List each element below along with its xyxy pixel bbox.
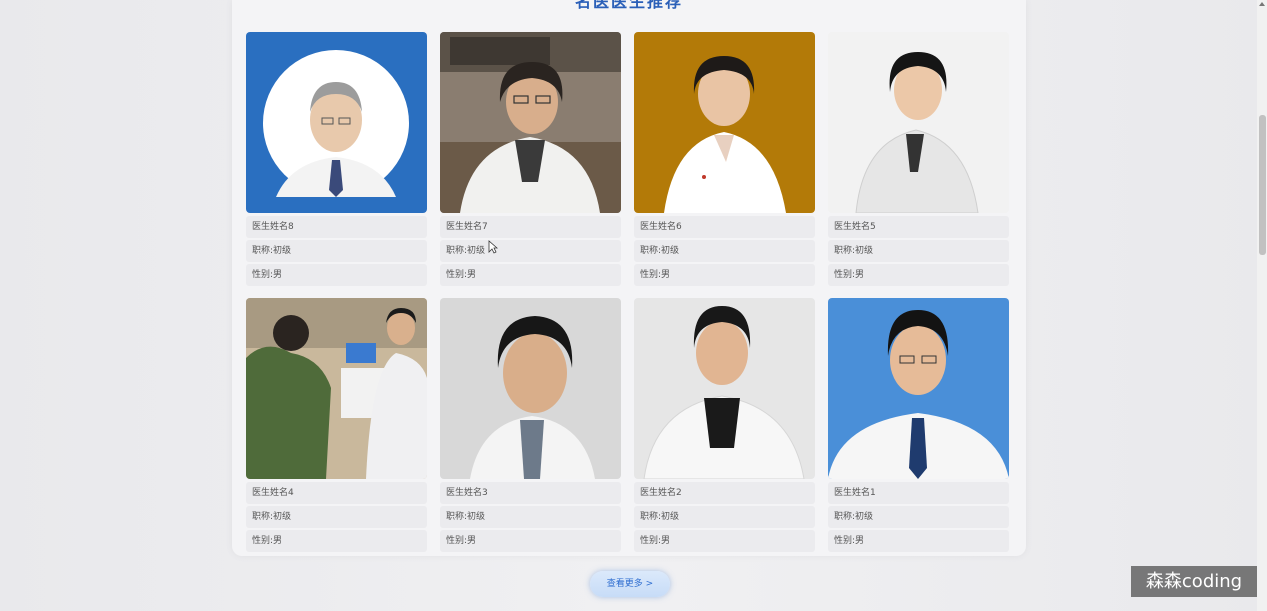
doctor-card[interactable]: 医生姓名1 职称:初级 性别:男: [828, 298, 1009, 552]
doctor-name: 医生姓名1: [828, 482, 1009, 504]
doctor-photo[interactable]: [246, 298, 427, 479]
doctor-card[interactable]: 医生姓名6 职称:初级 性别:男: [634, 32, 815, 286]
doctor-card[interactable]: 医生姓名8 职称:初级 性别:男: [246, 32, 427, 286]
doctor-gender: 性别:男: [634, 264, 815, 286]
doctor-photo[interactable]: [634, 32, 815, 213]
doctor-name: 医生姓名4: [246, 482, 427, 504]
doctor-name: 医生姓名7: [440, 216, 621, 238]
doctor-name: 医生姓名8: [246, 216, 427, 238]
doctor-title: 职称:初级: [634, 506, 815, 528]
section-header: 名医医生推荐: [232, 0, 1026, 11]
doctor-title: 职称:初级: [828, 506, 1009, 528]
scrollbar-thumb[interactable]: [1259, 115, 1266, 255]
doctor-photo[interactable]: [828, 298, 1009, 479]
doctor-gender: 性别:男: [246, 530, 427, 552]
doctor-gender: 性别:男: [246, 264, 427, 286]
doctor-photo[interactable]: [440, 298, 621, 479]
doctor-gender: 性别:男: [828, 530, 1009, 552]
doctor-gender: 性别:男: [440, 264, 621, 286]
doctor-photo[interactable]: [634, 298, 815, 479]
doctor-gender: 性别:男: [828, 264, 1009, 286]
doctor-title: 职称:初级: [634, 240, 815, 262]
doctor-title: 职称:初级: [440, 240, 621, 262]
doctor-card[interactable]: 医生姓名5 职称:初级 性别:男: [828, 32, 1009, 286]
view-more-button[interactable]: 查看更多 >: [590, 571, 670, 597]
doctor-card[interactable]: 医生姓名2 职称:初级 性别:男: [634, 298, 815, 552]
doctor-title: 职称:初级: [246, 506, 427, 528]
doctor-title: 职称:初级: [828, 240, 1009, 262]
mouse-cursor-icon: [488, 240, 498, 254]
doctor-recommend-panel: 名医医生推荐 医生姓名8 职称:初级 性别:男 医生姓名7 职称:初级 性别:男…: [232, 0, 1026, 556]
doctor-name: 医生姓名5: [828, 216, 1009, 238]
doctor-photo[interactable]: [828, 32, 1009, 213]
doctor-name: 医生姓名3: [440, 482, 621, 504]
doctor-gender: 性别:男: [440, 530, 621, 552]
doctor-title: 职称:初级: [440, 506, 621, 528]
doctor-card[interactable]: 医生姓名7 职称:初级 性别:男: [440, 32, 621, 286]
doctor-title: 职称:初级: [246, 240, 427, 262]
doctor-photo[interactable]: [440, 32, 621, 213]
doctor-photo[interactable]: [246, 32, 427, 213]
doctor-card[interactable]: 医生姓名3 职称:初级 性别:男: [440, 298, 621, 552]
scrollbar-track[interactable]: [1257, 0, 1267, 611]
doctor-name: 医生姓名6: [634, 216, 815, 238]
doctor-gender: 性别:男: [634, 530, 815, 552]
doctor-card[interactable]: 医生姓名4 职称:初级 性别:男: [246, 298, 427, 552]
doctor-name: 医生姓名2: [634, 482, 815, 504]
section-title: 名医医生推荐: [574, 0, 683, 11]
scroll-up-arrow-icon[interactable]: [1259, 2, 1265, 6]
watermark: 森森coding: [1131, 566, 1257, 597]
